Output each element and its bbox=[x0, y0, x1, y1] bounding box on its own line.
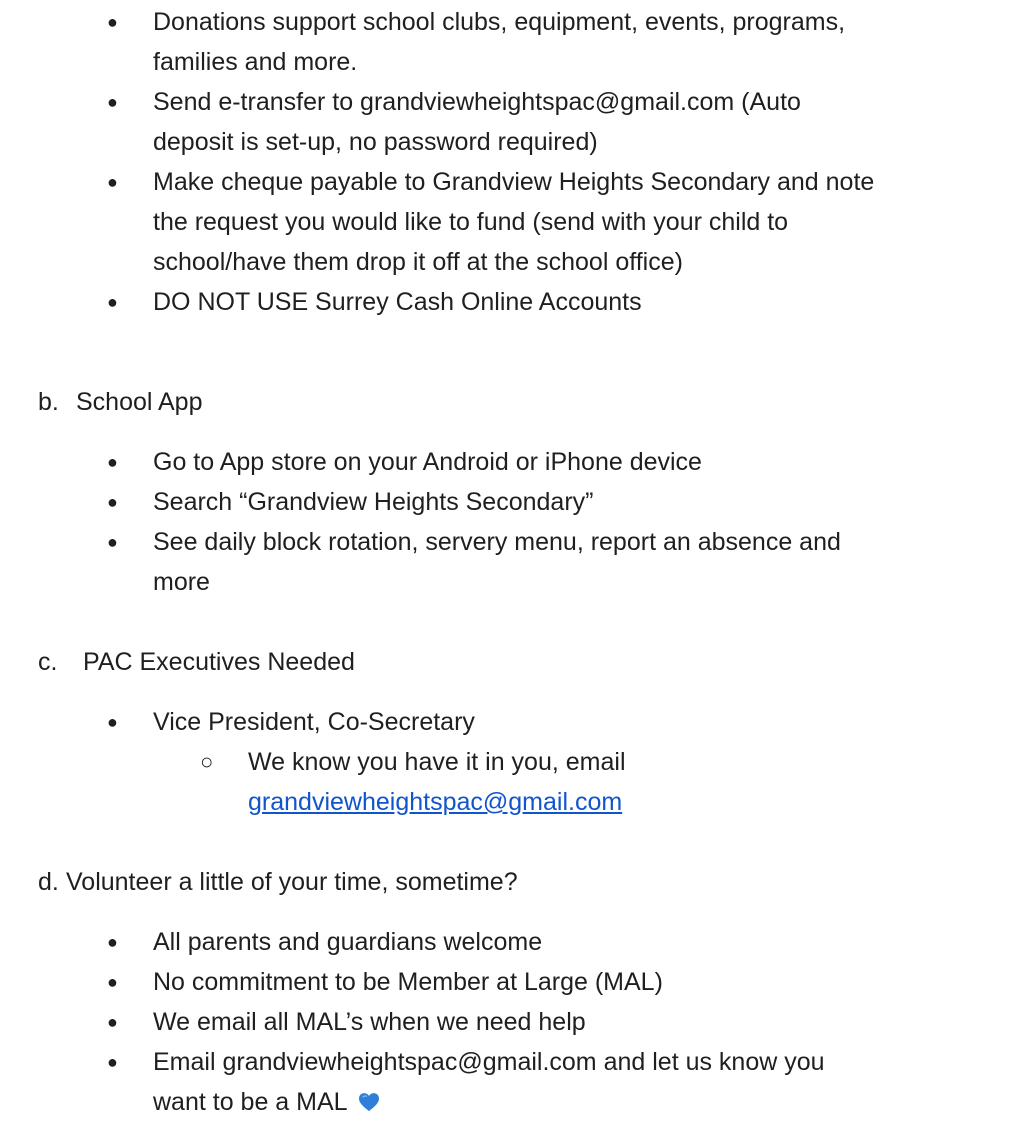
bullet-glyph: ● bbox=[107, 1012, 118, 1032]
bullet-glyph: ● bbox=[107, 292, 118, 312]
bullet-glyph: ● bbox=[107, 12, 118, 32]
bullet-glyph: ● bbox=[107, 92, 118, 112]
list-item-line: DO NOT USE Surrey Cash Online Accounts bbox=[153, 288, 642, 316]
list-item-line: families and more. bbox=[153, 48, 358, 76]
document-page: ● Donations support school clubs, equipm… bbox=[0, 0, 1011, 1128]
list-item-line: All parents and guardians welcome bbox=[153, 928, 543, 956]
bullet-glyph: ● bbox=[107, 932, 118, 952]
subbullet-glyph: ○ bbox=[200, 749, 214, 774]
list-item-line: Vice President, Co-Secretary bbox=[153, 708, 475, 736]
list-item-line: Make cheque payable to Grandview Heights… bbox=[153, 168, 875, 196]
list-item-line: Send e-transfer to grandviewheightspac@g… bbox=[153, 88, 801, 116]
section-title: School App bbox=[76, 388, 203, 416]
bullet-glyph: ● bbox=[107, 172, 118, 192]
list-item-line: See daily block rotation, servery menu, … bbox=[153, 528, 841, 556]
section-title: PAC Executives Needed bbox=[83, 648, 355, 676]
bullet-glyph: ● bbox=[107, 492, 118, 512]
list-item-line: more bbox=[153, 568, 210, 596]
list-item-line: school/have them drop it off at the scho… bbox=[153, 248, 683, 276]
list-item-text: want to be a MAL bbox=[153, 1088, 347, 1116]
bullet-glyph: ● bbox=[107, 972, 118, 992]
bullet-glyph: ● bbox=[107, 712, 118, 732]
bullet-glyph: ● bbox=[107, 532, 118, 552]
section-letter: b. bbox=[38, 388, 59, 416]
list-item-line: Donations support school clubs, equipmen… bbox=[153, 8, 846, 36]
list-item-line: No commitment to be Member at Large (MAL… bbox=[153, 968, 663, 996]
list-item-line: deposit is set-up, no password required) bbox=[153, 128, 598, 156]
email-link[interactable]: grandviewheightspac@gmail.com bbox=[248, 782, 622, 822]
subbullet-text: We know you have it in you, email bbox=[248, 748, 626, 776]
list-item-line: the request you would like to fund (send… bbox=[153, 208, 789, 236]
section-title: Volunteer a little of your time, sometim… bbox=[66, 868, 518, 896]
list-item-line: Search “Grandview Heights Secondary” bbox=[153, 488, 594, 516]
bullet-glyph: ● bbox=[107, 1052, 118, 1072]
list-item-line: We email all MAL’s when we need help bbox=[153, 1008, 586, 1036]
section-letter: c. bbox=[38, 648, 58, 676]
section-letter: d. bbox=[38, 868, 59, 896]
bullet-glyph: ● bbox=[107, 452, 118, 472]
list-item-line: Go to App store on your Android or iPhon… bbox=[153, 448, 702, 476]
list-item-line: want to be a MAL bbox=[153, 1082, 380, 1122]
list-item-line: Email grandviewheightspac@gmail.com and … bbox=[153, 1048, 825, 1076]
blue-heart-icon bbox=[358, 1093, 379, 1112]
